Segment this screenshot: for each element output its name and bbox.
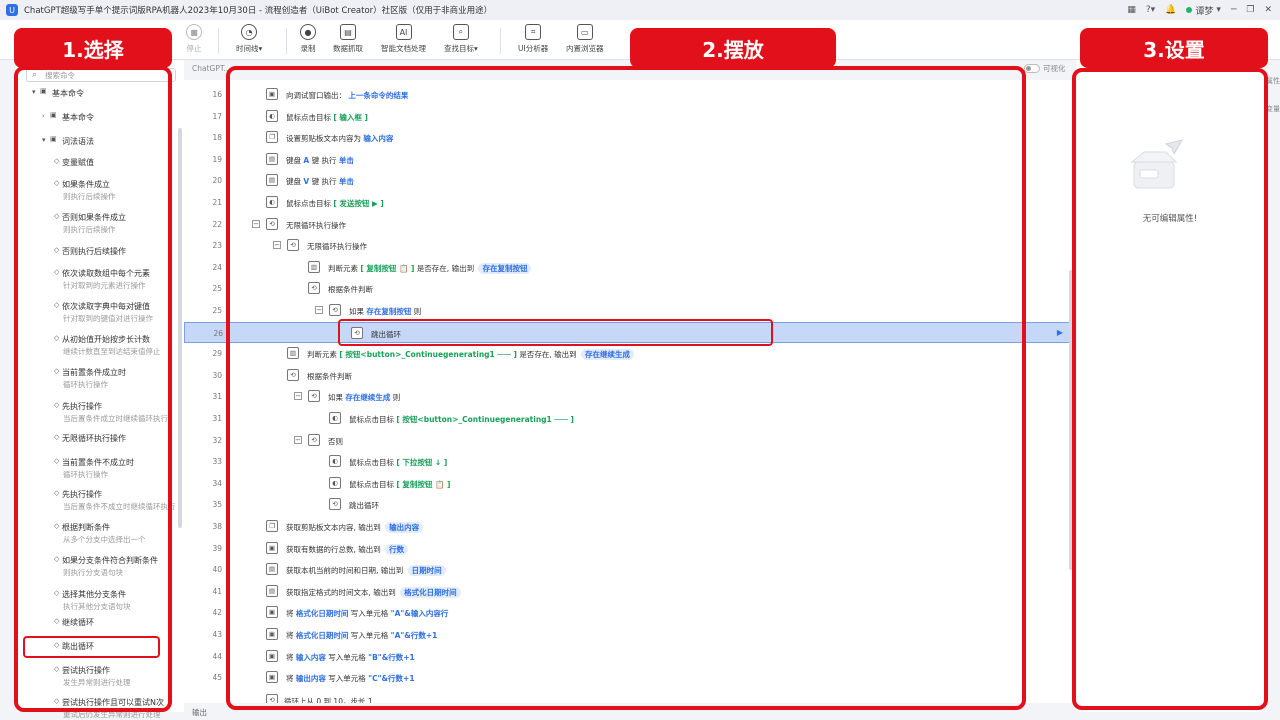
- line-number: 17: [212, 111, 222, 121]
- app-logo-icon: U: [6, 4, 18, 16]
- line-number: 32: [212, 435, 222, 445]
- line-number: 20: [212, 176, 222, 186]
- clock-icon: ◔: [241, 24, 258, 40]
- visual-toggle[interactable]: 可视化: [1024, 63, 1066, 74]
- highlight-break-loop-row: [338, 319, 773, 346]
- line-number: 23: [212, 241, 222, 251]
- highlight-break-loop-command: [23, 636, 160, 658]
- line-number: 40: [212, 565, 222, 575]
- line-number: 19: [212, 154, 222, 164]
- scrape-icon: ▤: [340, 24, 356, 40]
- line-number: 33: [212, 457, 222, 467]
- line-number: 34: [212, 478, 222, 488]
- grid-icon[interactable]: ▦: [1127, 5, 1136, 15]
- stop-label: 停止: [186, 44, 202, 53]
- user-dot-icon: [1186, 7, 1193, 13]
- label-select: 1.选择: [14, 28, 172, 68]
- tab-flow[interactable]: ChatGPT...: [192, 64, 231, 73]
- scrape-label: 数据抓取: [333, 44, 363, 53]
- toolbar-divider: [286, 28, 287, 54]
- label-place: 2.摆放: [630, 28, 836, 68]
- line-number: 18: [212, 133, 222, 143]
- line-number: 24: [212, 262, 222, 272]
- select-region-box: [14, 66, 172, 712]
- minimize-icon[interactable]: ─: [1231, 5, 1236, 15]
- browser-button[interactable]: ▭ 内置浏览器: [566, 24, 604, 54]
- window-title: ChatGPT超级写手单个提示词版RPA机器人2023年10月30日 - 流程创…: [24, 6, 493, 16]
- chevron-down-icon: ▾: [1216, 5, 1221, 15]
- find-target-button[interactable]: ⌕ 查找目标▾: [444, 24, 478, 54]
- record-label: 录制: [300, 44, 316, 53]
- ui-analyzer-icon: ⌗: [525, 24, 542, 40]
- browser-label: 内置浏览器: [566, 44, 604, 53]
- toolbar-divider: [500, 28, 501, 54]
- ui-analyzer-button[interactable]: ⌗ UI分析器: [518, 24, 548, 54]
- tab-variables[interactable]: 变量: [1266, 104, 1280, 114]
- find-target-label: 查找目标▾: [444, 44, 478, 53]
- toggle-switch[interactable]: [1024, 64, 1040, 73]
- label-settings: 3.设置: [1080, 28, 1268, 68]
- settings-region-box: [1072, 68, 1268, 710]
- tab-properties[interactable]: 属性: [1266, 76, 1280, 86]
- line-number: 41: [212, 586, 222, 596]
- timeline-label: 时间线▾: [236, 44, 263, 53]
- timeline-button[interactable]: ◔ 时间线▾: [236, 24, 262, 54]
- line-number: 45: [212, 673, 222, 683]
- scrollbar[interactable]: [178, 128, 182, 528]
- doc-ai-label: 智能文档处理: [381, 44, 426, 53]
- user-menu[interactable]: 谭梦 ▾: [1186, 4, 1221, 17]
- line-number: 39: [212, 543, 222, 553]
- line-number: 16: [212, 90, 222, 99]
- find-target-icon: ⌕: [452, 24, 469, 40]
- line-number: 35: [212, 500, 222, 510]
- line-number: 25: [212, 306, 222, 315]
- line-number: 29: [212, 349, 222, 359]
- bell-icon[interactable]: 🔔: [1165, 5, 1176, 15]
- line-number: 25: [212, 284, 222, 294]
- visual-toggle-label: 可视化: [1043, 64, 1066, 73]
- close-icon[interactable]: ✕: [1264, 5, 1272, 15]
- line-number: 22: [212, 219, 222, 229]
- line-number: 38: [212, 522, 222, 531]
- line-number: 30: [212, 370, 222, 380]
- place-region-box: [226, 66, 1026, 710]
- line-number: 31: [212, 392, 222, 402]
- stop-button[interactable]: ■ 停止: [186, 24, 202, 54]
- doc-ai-button[interactable]: AI 智能文档处理: [381, 24, 426, 54]
- line-number: 31: [212, 414, 222, 423]
- restore-icon[interactable]: ❐: [1246, 5, 1254, 15]
- browser-icon: ▭: [576, 24, 593, 40]
- output-tab[interactable]: 输出: [192, 707, 207, 718]
- stop-icon: ■: [186, 24, 202, 40]
- record-button[interactable]: ● 录制: [300, 24, 316, 54]
- line-number: 43: [212, 630, 222, 639]
- line-number: 26: [213, 328, 223, 338]
- ui-analyzer-label: UI分析器: [518, 44, 549, 53]
- record-icon: ●: [300, 24, 316, 40]
- help-icon[interactable]: ?▾: [1146, 5, 1155, 15]
- line-number: 44: [212, 651, 222, 661]
- line-number: 21: [212, 198, 222, 207]
- toolbar-divider: [218, 28, 219, 54]
- scrape-button[interactable]: ▤ 数据抓取: [333, 24, 363, 54]
- window-controls: ▦ ?▾ 🔔 谭梦 ▾ ─ ❐ ✕: [1127, 0, 1272, 20]
- doc-ai-icon: AI: [395, 24, 412, 40]
- line-number: 42: [212, 608, 222, 618]
- title-bar: U ChatGPT超级写手单个提示词版RPA机器人2023年10月30日 - 流…: [0, 0, 1280, 20]
- run-from-here-icon[interactable]: ▶: [1057, 328, 1063, 337]
- user-name: 谭梦: [1195, 6, 1214, 17]
